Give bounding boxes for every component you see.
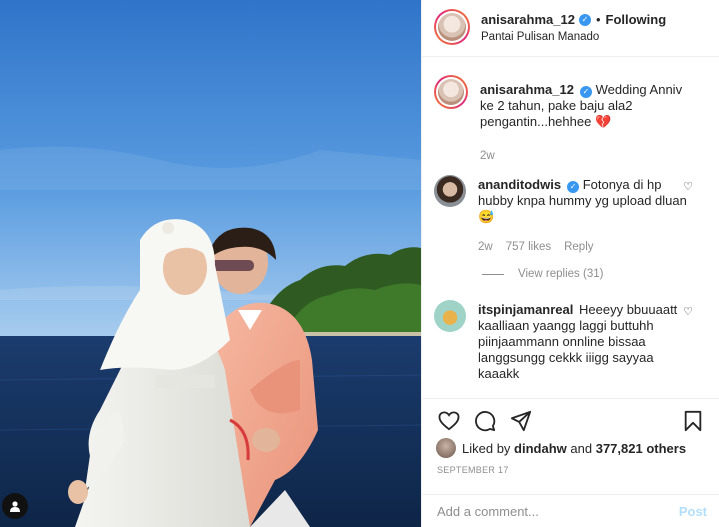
share-icon[interactable] — [507, 407, 535, 435]
post-photo[interactable] — [0, 0, 421, 527]
liker-avatar[interactable] — [436, 438, 456, 458]
post-date[interactable]: SEPTEMBER 17 — [422, 458, 719, 475]
comment-icon[interactable] — [471, 407, 499, 435]
comment-likes[interactable]: 757 likes — [506, 239, 551, 255]
post-button[interactable]: Post — [679, 504, 707, 519]
reply-button[interactable]: Reply — [564, 239, 593, 255]
location-link[interactable]: Pantai Pulisan Manado — [481, 31, 666, 43]
broken-heart-emoji: 💔 — [594, 114, 612, 129]
replies-divider — [482, 273, 504, 275]
verified-badge-icon: ✓ — [567, 181, 580, 193]
separator-dot: • — [595, 12, 601, 27]
following-button[interactable]: Following — [606, 12, 667, 27]
liked-by-row: Liked by dindahw and 377,821 others — [422, 435, 719, 458]
liked-by-user[interactable]: dindahw — [514, 441, 567, 456]
author-username[interactable]: anisarahma_12 — [481, 12, 575, 27]
user-tag-icon[interactable] — [2, 493, 28, 519]
heart-icon[interactable] — [435, 407, 463, 435]
comment-time[interactable]: 2w — [478, 239, 493, 255]
comment-like-heart-icon[interactable]: ♡ — [683, 305, 693, 318]
liked-by-prefix: Liked by — [462, 440, 511, 456]
caption-time[interactable]: 2w — [480, 148, 495, 164]
verified-badge-icon: ✓ — [578, 13, 591, 26]
post-actions: Liked by dindahw and 377,821 others SEPT… — [422, 398, 719, 494]
add-comment-bar: Post — [422, 494, 719, 527]
author-avatar[interactable] — [434, 9, 470, 45]
commenter-username[interactable]: itspinjamanreal — [478, 302, 573, 317]
comment-like-heart-icon[interactable]: ♡ — [683, 180, 693, 193]
comment-input[interactable] — [437, 503, 679, 519]
commenter-username[interactable]: ananditodwis — [478, 177, 561, 192]
liked-by-and: and — [570, 440, 593, 456]
comment-item: ananditodwis ✓ Fotonya di hp hubby knpa h… — [422, 175, 719, 255]
commenter-avatar[interactable] — [434, 175, 466, 207]
post-sidebar: anisarahma_12 ✓ • Following Pantai Pulis… — [421, 0, 719, 527]
liked-by-others[interactable]: 377,821 others — [596, 441, 686, 456]
comment-item: itspinjamanreal Heeeyy bbuuaatt kaalliaa… — [422, 300, 719, 382]
post-header: anisarahma_12 ✓ • Following Pantai Pulis… — [422, 0, 719, 57]
sweat-smile-emoji: 😅 — [478, 209, 495, 224]
caption-avatar[interactable] — [434, 75, 468, 109]
comments-list[interactable]: anisarahma_12 ✓ Wedding Anniv ke 2 tahun,… — [422, 58, 719, 398]
view-replies-label[interactable]: View replies (31) — [518, 268, 603, 280]
caption-username[interactable]: anisarahma_12 — [480, 82, 574, 97]
wedding-photo — [0, 0, 421, 527]
commenter-avatar[interactable] — [434, 300, 466, 332]
view-replies-button[interactable]: View replies (31) — [482, 268, 603, 280]
verified-badge-icon: ✓ — [579, 86, 592, 98]
bookmark-icon[interactable] — [679, 407, 707, 435]
caption: anisarahma_12 ✓ Wedding Anniv ke 2 tahun,… — [422, 75, 719, 164]
